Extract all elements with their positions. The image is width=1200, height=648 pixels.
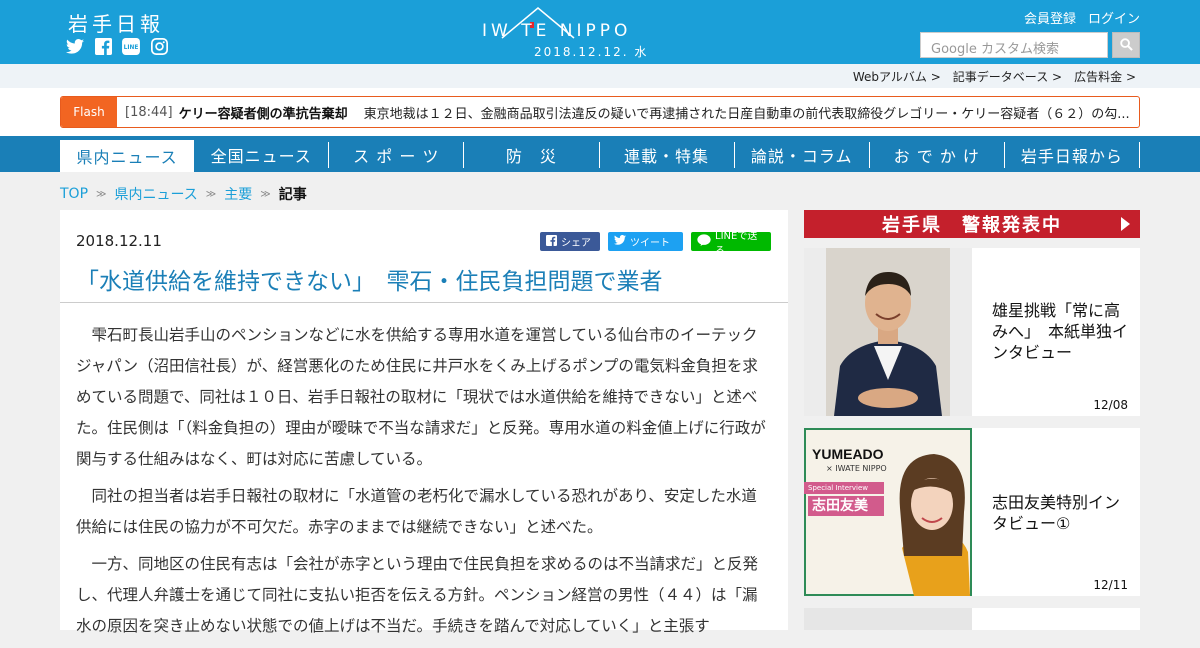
breadcrumb: TOP ≫ 県内ニュース ≫ 主要 ≫ 記事 (60, 184, 307, 204)
chevron-right-icon: > (1052, 70, 1063, 84)
chevron-right-icon: ≫ (96, 188, 107, 200)
flash-time: [18:44] (125, 104, 173, 120)
line-share-button[interactable]: LINEで送る (691, 231, 771, 257)
sidebar-card[interactable] (804, 608, 1140, 630)
breadcrumb-top[interactable]: TOP (60, 186, 88, 202)
utility-bar: Webアルバム > 記事データベース > 広告料金 > (0, 64, 1200, 88)
article-paragraph: 一方、同地区の住民有志は「会社が赤字という理由で住民負担を求めるのは不当請求だ」… (76, 555, 759, 635)
article-database-link[interactable]: 記事データベース > (953, 68, 1066, 85)
twitter-share-button[interactable]: ツイート (608, 232, 683, 251)
breadcrumb-main[interactable]: 主要 (224, 184, 252, 204)
nav-features[interactable]: 連載・特集 (600, 142, 735, 168)
card-thumbnail[interactable] (804, 248, 972, 416)
nav-from-iwate-nippo[interactable]: 岩手日報から (1005, 142, 1140, 168)
thumb-subbrand: × IWATE NIPPO (826, 464, 887, 473)
brand-name: IW TE NIPPO (482, 21, 632, 41)
thumb-brand: YUMEADO (812, 446, 884, 462)
flash-title[interactable]: ケリー容疑者側の準抗告棄却 (179, 103, 348, 122)
sidebar-card[interactable]: 雄星挑戦「常に高みへ」 本紙単独インタビュー 12/08 (804, 248, 1140, 416)
line-icon (697, 234, 711, 249)
breadcrumb-current: 記事 (278, 187, 307, 203)
article-paragraph: 雫石町長山岩手山のペンションなどに水を供給する専用水道を運営している仙台市のイー… (76, 326, 766, 468)
nav-disaster[interactable]: 防 災 (464, 142, 600, 168)
nav-national-news[interactable]: 全国ニュース (194, 142, 330, 168)
flash-label: Flash (61, 97, 117, 127)
flash-text[interactable]: 東京地裁は１２日、金融商品取引法違反の疑いで再逮捕された日産自動車の前代表取締役… (364, 103, 1134, 122)
thumb-name: 志田友美 (808, 496, 884, 516)
line-icon[interactable]: LINE (122, 37, 140, 55)
account-links: 会員登録 ログイン (1024, 8, 1140, 27)
site-header: 岩手日報 LINE IW TE NIPPO 2018.12.12. 水 会員登録… (0, 0, 1200, 64)
nav-editorials[interactable]: 論説・コラム (735, 142, 870, 168)
thumb-tag: Special Interview (804, 482, 884, 494)
card-title[interactable]: 雄星挑戦「常に高みへ」 本紙単独インタビュー (992, 300, 1132, 363)
article-title: 「水道供給を維持できない」 雫石・住民負担問題で業者 (76, 269, 663, 295)
chevron-right-icon: ≫ (205, 188, 217, 200)
card-thumbnail[interactable]: YUMEADO × IWATE NIPPO Special Interview … (804, 428, 972, 596)
breadcrumb-local-news[interactable]: 県内ニュース (114, 184, 197, 204)
social-links: LINE (66, 37, 168, 55)
twitter-icon (614, 235, 626, 248)
facebook-icon (546, 234, 557, 249)
article: 2018.12.11 シェア ツイート LINEで送る 「水道供給を維持できない… (60, 210, 788, 635)
site-logo[interactable]: 岩手日報 (68, 8, 164, 37)
search-input[interactable]: Google カスタム検索 (920, 32, 1108, 58)
card-date: 12/11 (1093, 578, 1128, 592)
card-title[interactable]: 志田友美特別インタビュー① (992, 492, 1132, 534)
search-button[interactable] (1112, 32, 1140, 58)
article-body: 雫石町長山岩手山のペンションなどに水を供給する専用水道を運営している仙台市のイー… (76, 320, 766, 648)
login-link[interactable]: ログイン (1088, 8, 1140, 27)
card-thumbnail[interactable] (804, 608, 972, 630)
article-paragraph: 同社の担当者は岩手日報社の取材に「水道管の老朽化で漏水している恐れがあり、安定し… (76, 487, 757, 536)
register-link[interactable]: 会員登録 (1024, 8, 1076, 27)
instagram-icon[interactable] (150, 37, 168, 55)
chevron-right-icon: > (1125, 70, 1136, 84)
nav-local-news[interactable]: 県内ニュース (60, 140, 195, 172)
facebook-share-button[interactable]: シェア (540, 232, 600, 251)
chevron-right-icon: ≫ (260, 188, 271, 200)
main-nav: 県内ニュース 全国ニュース ス ポ ー ツ 防 災 連載・特集 論説・コラム お… (0, 136, 1200, 172)
weather-alert-banner[interactable]: 岩手県 警報発表中 (804, 210, 1140, 238)
svg-text:LINE: LINE (124, 45, 139, 51)
article-date: 2018.12.11 (76, 232, 162, 250)
sidebar-card[interactable]: YUMEADO × IWATE NIPPO Special Interview … (804, 428, 1140, 596)
flash-news[interactable]: Flash [18:44] ケリー容疑者側の準抗告棄却 東京地裁は１２日、金融商… (60, 96, 1140, 128)
brand-logo[interactable]: IW TE NIPPO 2018.12.12. 水 (482, 6, 718, 60)
current-date: 2018.12.12. 水 (534, 45, 649, 59)
nav-sports[interactable]: ス ポ ー ツ (329, 142, 465, 168)
web-album-link[interactable]: Webアルバム > (853, 68, 945, 85)
card-date: 12/08 (1093, 398, 1128, 412)
chevron-right-icon: > (930, 70, 941, 84)
ad-rates-link[interactable]: 広告料金 > (1074, 68, 1140, 85)
search-icon (1119, 36, 1133, 55)
twitter-icon[interactable] (66, 37, 84, 55)
facebook-icon[interactable] (94, 37, 112, 55)
nav-outings[interactable]: お で か け (870, 142, 1005, 168)
divider (60, 302, 788, 303)
arrow-right-icon (1121, 217, 1130, 231)
